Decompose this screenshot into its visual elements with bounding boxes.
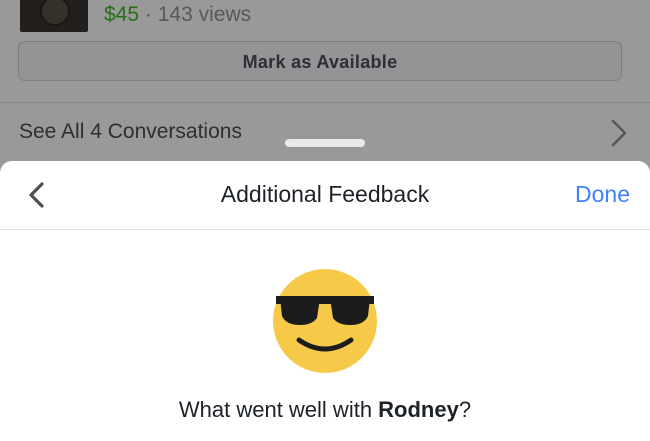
feedback-question: What went well with Rodney? — [0, 397, 650, 423]
divider — [0, 229, 650, 230]
sunglasses-emoji-icon — [273, 269, 377, 373]
app-screen: $45 · 143 views Mark as Available See Al… — [0, 0, 650, 441]
sheet-title: Additional Feedback — [220, 181, 430, 207]
chevron-left-icon[interactable] — [22, 179, 52, 211]
sheet-grabber-handle[interactable] — [285, 139, 365, 147]
feedback-question-prefix: What went well with — [178, 397, 379, 422]
sheet-header: Additional Feedback Done — [0, 161, 650, 229]
done-button[interactable]: Done — [575, 181, 630, 208]
feedback-question-name: Rodney — [378, 397, 459, 422]
additional-feedback-sheet: Additional Feedback Done What went well … — [0, 161, 650, 441]
feedback-question-suffix: ? — [458, 397, 472, 422]
